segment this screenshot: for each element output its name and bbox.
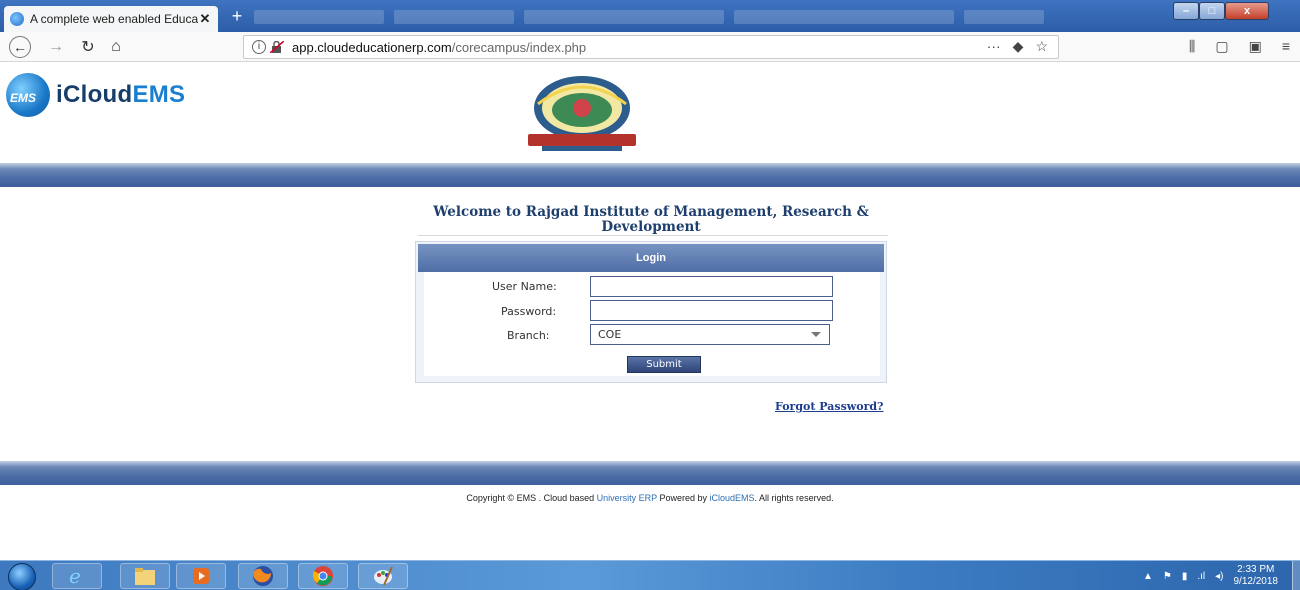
toolbar-right: ⫼ ▢ ▣ ≡	[1189, 38, 1290, 55]
start-button[interactable]	[8, 563, 36, 590]
title-line-2: Development	[601, 219, 701, 235]
back-button[interactable]: ←	[8, 36, 32, 58]
page-title: Welcome to Rajgad Institute of Managemen…	[418, 205, 884, 235]
username-label: User Name:	[492, 280, 557, 293]
background-tab[interactable]	[734, 10, 954, 24]
action-center-flag-icon[interactable]: ⚑	[1163, 571, 1172, 582]
username-input[interactable]	[590, 276, 833, 297]
title-line-1: Welcome to Rajgad Institute of Managemen…	[433, 204, 869, 220]
insecure-lock-icon	[270, 41, 284, 53]
background-tab[interactable]	[964, 10, 1044, 24]
clock-time: 2:33 PM	[1237, 564, 1275, 575]
media-player-icon	[193, 568, 209, 584]
password-input[interactable]	[590, 300, 833, 321]
network-signal-icon[interactable]: .ıl	[1197, 571, 1205, 582]
show-desktop-button[interactable]	[1292, 561, 1300, 590]
internet-explorer-taskbar-button[interactable]: e	[52, 563, 102, 589]
svg-text:e: e	[69, 565, 81, 587]
logo-mark-text: EMS	[10, 91, 37, 105]
maximize-button[interactable]: □	[1199, 2, 1225, 20]
taskbar: e ▲ ⚑ ▮ .ıl ◂) 2:33 PM 9/12/2018	[0, 560, 1300, 590]
web-page: EMS iCloudEMS Welcome to Rajgad Institut…	[0, 63, 1300, 560]
home-button[interactable]: ⌂	[104, 36, 128, 58]
login-header: Login	[418, 244, 884, 272]
cloud-ems-logo-icon: EMS	[6, 73, 50, 117]
home-icon: ⌂	[111, 38, 121, 55]
background-tab[interactable]	[524, 10, 724, 24]
browser-toolbar: ← → ↻ ⌂ i app.cloudeducationerp.com /cor…	[0, 32, 1300, 62]
header-band	[0, 163, 1300, 187]
volume-icon[interactable]: ◂)	[1215, 571, 1223, 582]
show-hidden-icons-icon[interactable]: ▲	[1143, 571, 1153, 582]
forward-button[interactable]: →	[44, 36, 68, 58]
branch-select[interactable]: COE	[590, 324, 830, 345]
paint-taskbar-button[interactable]	[358, 563, 408, 589]
login-panel: Login User Name: Password: Branch: COE S…	[415, 241, 887, 383]
hamburger-menu-icon[interactable]: ≡	[1282, 38, 1290, 55]
browser-tab-bar: A complete web enabled Educa ✕ + – □ x	[0, 0, 1300, 32]
icloudems-link[interactable]: iCloudEMS	[710, 493, 755, 503]
page-actions: ··· ◆ ☆	[987, 38, 1048, 55]
branch-selected-value: COE	[598, 328, 622, 341]
brand-name-prefix: iCloud	[56, 81, 133, 108]
password-label: Password:	[501, 305, 557, 318]
system-tray: ▲ ⚑ ▮ .ıl ◂) 2:33 PM 9/12/2018	[1143, 564, 1278, 588]
clock[interactable]: 2:33 PM 9/12/2018	[1234, 564, 1279, 588]
pocket-icon[interactable]: ◆	[1013, 38, 1024, 55]
reload-button[interactable]: ↻	[76, 36, 100, 58]
brand-name-suffix: EMS	[132, 81, 186, 108]
paint-icon	[374, 566, 393, 586]
firefox-icon	[253, 566, 273, 586]
close-window-button[interactable]: x	[1225, 2, 1269, 20]
arrow-left-icon: ←	[9, 36, 31, 58]
login-form: User Name: Password: Branch: COE Submit	[424, 272, 880, 376]
chevron-down-icon	[811, 332, 821, 337]
extension-icon[interactable]: ▣	[1249, 38, 1262, 55]
firefox-taskbar-button[interactable]	[238, 563, 288, 589]
copyright-suffix: . All rights reserved.	[754, 493, 834, 503]
url-path: /corecampus/index.php	[451, 39, 587, 55]
minimize-button[interactable]: –	[1173, 2, 1199, 20]
reload-icon: ↻	[81, 39, 95, 56]
icloudems-logo[interactable]: EMS iCloudEMS	[6, 73, 185, 117]
copyright-middle: Powered by	[656, 493, 710, 503]
brand-name: iCloudEMS	[56, 81, 185, 109]
folder-icon	[135, 568, 155, 585]
url-host: app.cloudeducationerp.com	[292, 39, 452, 55]
screen: A complete web enabled Educa ✕ + – □ x ←…	[0, 0, 1300, 590]
submit-button[interactable]: Submit	[627, 356, 701, 373]
media-player-taskbar-button[interactable]	[176, 563, 226, 589]
library-icon[interactable]: ⫼	[1189, 38, 1195, 55]
footer-band	[0, 461, 1300, 485]
clock-date: 9/12/2018	[1233, 576, 1279, 587]
chrome-taskbar-button[interactable]	[298, 563, 348, 589]
internet-explorer-icon: e	[69, 565, 81, 587]
background-tab[interactable]	[254, 10, 384, 24]
battery-icon[interactable]: ▮	[1182, 571, 1188, 582]
page-actions-menu-icon[interactable]: ···	[987, 38, 1001, 55]
background-tab[interactable]	[394, 10, 514, 24]
close-tab-icon[interactable]: ✕	[198, 11, 212, 27]
arrow-right-icon: →	[48, 38, 64, 55]
branch-label: Branch:	[507, 329, 550, 342]
info-icon[interactable]: i	[252, 40, 266, 54]
globe-icon	[10, 12, 24, 26]
chrome-icon	[312, 566, 333, 586]
forgot-password-link[interactable]: Forgot Password?	[775, 400, 884, 413]
copyright-text: Copyright © EMS . Cloud based University…	[0, 493, 1300, 503]
university-erp-link[interactable]: University ERP	[597, 493, 657, 503]
copyright-prefix: Copyright © EMS . Cloud based	[466, 493, 597, 503]
tab-active[interactable]: A complete web enabled Educa ✕	[4, 6, 218, 32]
tab-title: A complete web enabled Educa	[30, 12, 198, 26]
divider	[418, 235, 888, 236]
bookmark-star-icon[interactable]: ☆	[1035, 38, 1048, 55]
new-tab-button[interactable]: +	[226, 6, 248, 28]
sidebar-icon[interactable]: ▢	[1215, 38, 1228, 55]
address-bar[interactable]: i app.cloudeducationerp.com /corecampus/…	[243, 35, 1059, 59]
institute-seal-logo	[528, 76, 636, 151]
file-explorer-taskbar-button[interactable]	[120, 563, 170, 589]
